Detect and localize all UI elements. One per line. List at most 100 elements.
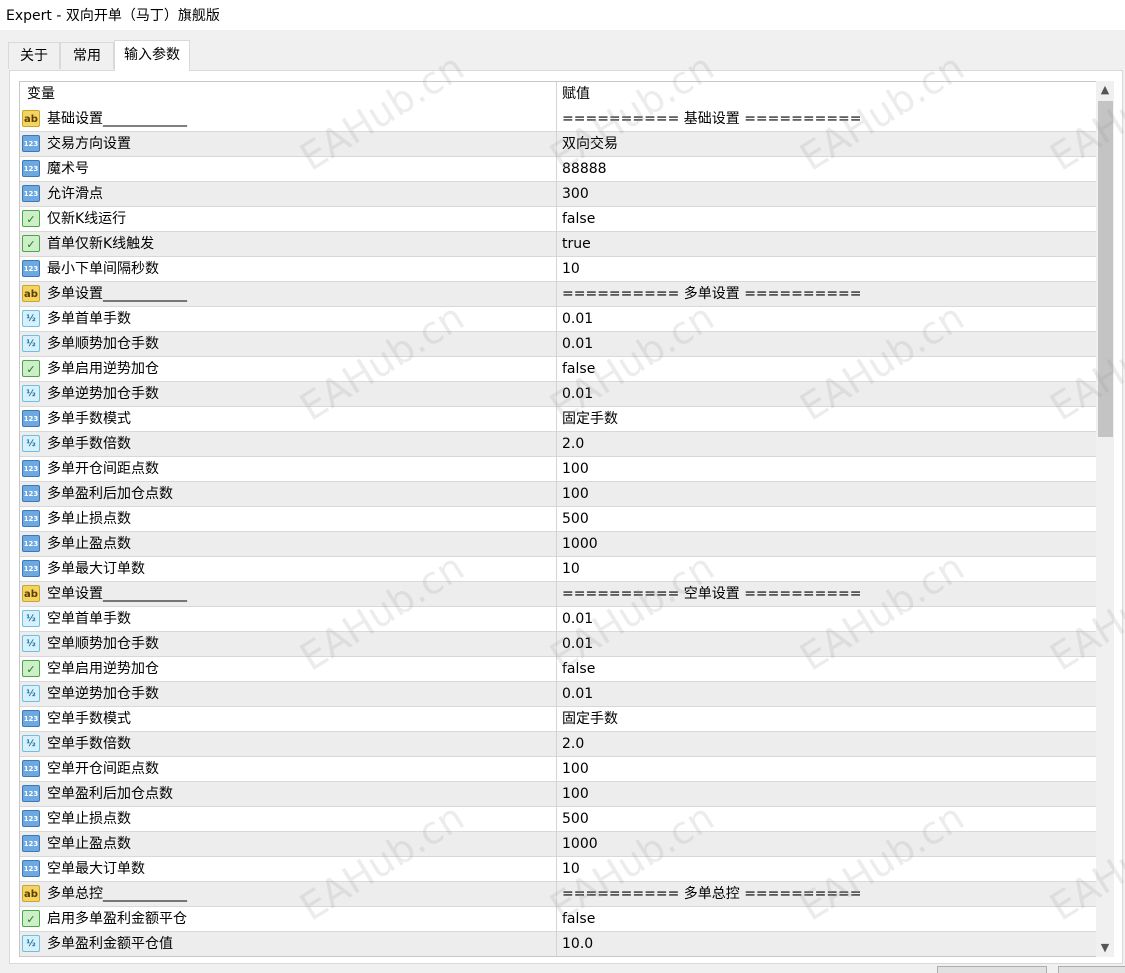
parameter-row[interactable]: 123 允许滑点 300 <box>20 182 1096 207</box>
parameter-row[interactable]: 123 多单止盈点数 1000 <box>20 532 1096 557</box>
parameter-value[interactable]: 100 <box>562 457 589 482</box>
parameter-row[interactable]: ½ 空单首单手数 0.01 <box>20 607 1096 632</box>
parameter-value[interactable]: 0.01 <box>562 607 593 632</box>
cancel-button[interactable] <box>1058 966 1125 973</box>
integer-type-icon: 123 <box>22 535 40 552</box>
parameter-row[interactable]: 123 空单手数模式 固定手数 <box>20 707 1096 732</box>
parameter-value[interactable]: 100 <box>562 482 589 507</box>
parameter-name: 多单盈利后加仓点数 <box>47 486 173 502</box>
boolean-type-icon: ✓ <box>22 235 40 252</box>
parameter-name: 多单最大订单数 <box>47 561 145 577</box>
parameter-row[interactable]: ✓ 多单启用逆势加仓 false <box>20 357 1096 382</box>
parameter-row[interactable]: ✓ 仅新K线运行 false <box>20 207 1096 232</box>
scroll-up-icon[interactable]: ▲ <box>1096 81 1114 99</box>
parameter-name: 首单仅新K线触发 <box>47 236 155 252</box>
parameter-row[interactable]: 123 交易方向设置 双向交易 <box>20 132 1096 157</box>
parameter-row[interactable]: 123 魔术号 88888 <box>20 157 1096 182</box>
column-header-variable[interactable]: 变量 <box>27 82 55 107</box>
parameter-value[interactable]: 10.0 <box>562 932 593 956</box>
parameter-value[interactable]: false <box>562 657 595 682</box>
parameter-row[interactable]: 123 多单手数模式 固定手数 <box>20 407 1096 432</box>
parameter-row[interactable]: ½ 多单盈利金额平仓值 10.0 <box>20 932 1096 956</box>
integer-type-icon: 123 <box>22 860 40 877</box>
parameter-value[interactable]: 88888 <box>562 157 607 182</box>
integer-type-icon: 123 <box>22 510 40 527</box>
parameter-row[interactable]: 123 空单止损点数 500 <box>20 807 1096 832</box>
integer-type-icon: 123 <box>22 785 40 802</box>
parameter-name: 多单开仓间距点数 <box>47 461 159 477</box>
column-separator[interactable] <box>556 82 557 956</box>
parameter-row[interactable]: ½ 空单手数倍数 2.0 <box>20 732 1096 757</box>
parameter-row[interactable]: ab 多单设置____________ ========== 多单设置 ======… <box>20 282 1096 307</box>
parameter-value[interactable]: ========== 空单设置 ========== <box>562 582 862 607</box>
parameter-value[interactable]: 0.01 <box>562 632 593 657</box>
parameter-row[interactable]: ab 基础设置____________ ========== 基础设置 ======… <box>20 107 1096 132</box>
double-type-icon: ½ <box>22 635 40 652</box>
parameter-name: 空单止盈点数 <box>47 836 131 852</box>
tab-inputs[interactable]: 输入参数 <box>114 40 190 71</box>
parameter-value[interactable]: ========== 多单设置 ========== <box>562 282 862 307</box>
parameter-value[interactable]: 2.0 <box>562 732 584 757</box>
parameter-value[interactable]: 0.01 <box>562 382 593 407</box>
parameter-name: 多单手数倍数 <box>47 436 131 452</box>
ok-button[interactable] <box>937 966 1047 973</box>
parameter-value[interactable]: true <box>562 232 591 257</box>
parameter-name: 多单盈利金额平仓值 <box>47 936 173 952</box>
parameter-value[interactable]: 1000 <box>562 832 598 857</box>
vertical-scrollbar[interactable]: ▲ ▼ <box>1096 81 1114 957</box>
parameter-row[interactable]: ✓ 空单启用逆势加仓 false <box>20 657 1096 682</box>
parameter-value[interactable]: 固定手数 <box>562 707 618 732</box>
boolean-type-icon: ✓ <box>22 660 40 677</box>
parameter-value[interactable]: 10 <box>562 557 580 582</box>
parameter-value[interactable]: 0.01 <box>562 307 593 332</box>
parameter-value[interactable]: 1000 <box>562 532 598 557</box>
string-type-icon: ab <box>22 885 40 902</box>
grid-header: 变量 赋值 <box>20 82 1096 107</box>
parameter-value[interactable]: false <box>562 907 595 932</box>
parameter-value[interactable]: 固定手数 <box>562 407 618 432</box>
parameter-row[interactable]: 123 多单盈利后加仓点数 100 <box>20 482 1096 507</box>
parameter-value[interactable]: 0.01 <box>562 682 593 707</box>
parameter-value[interactable]: 500 <box>562 507 589 532</box>
parameter-row[interactable]: ½ 空单顺势加仓手数 0.01 <box>20 632 1096 657</box>
parameter-value[interactable]: 300 <box>562 182 589 207</box>
parameter-value[interactable]: 100 <box>562 757 589 782</box>
parameter-row[interactable]: ½ 多单逆势加仓手数 0.01 <box>20 382 1096 407</box>
parameter-name: 多单总控____________ <box>47 886 187 902</box>
parameter-value[interactable]: 10 <box>562 857 580 882</box>
parameter-value[interactable]: 100 <box>562 782 589 807</box>
parameter-row[interactable]: ½ 多单顺势加仓手数 0.01 <box>20 332 1096 357</box>
parameter-row[interactable]: ½ 多单首单手数 0.01 <box>20 307 1096 332</box>
parameter-row[interactable]: 123 空单止盈点数 1000 <box>20 832 1096 857</box>
parameter-row[interactable]: 123 空单开仓间距点数 100 <box>20 757 1096 782</box>
parameter-value[interactable]: 10 <box>562 257 580 282</box>
parameter-row[interactable]: ½ 空单逆势加仓手数 0.01 <box>20 682 1096 707</box>
tab-about[interactable]: 关于 <box>8 42 60 69</box>
parameter-row[interactable]: 123 空单盈利后加仓点数 100 <box>20 782 1096 807</box>
parameter-row[interactable]: ab 空单设置____________ ========== 空单设置 ======… <box>20 582 1096 607</box>
parameter-row[interactable]: ab 多单总控____________ ========== 多单总控 ======… <box>20 882 1096 907</box>
parameter-name: 空单开仓间距点数 <box>47 761 159 777</box>
parameter-row[interactable]: 123 多单开仓间距点数 100 <box>20 457 1096 482</box>
parameter-value[interactable]: ========== 多单总控 ========== <box>562 882 862 907</box>
parameter-value[interactable]: ========== 基础设置 ========== <box>562 107 862 132</box>
integer-type-icon: 123 <box>22 135 40 152</box>
tab-common[interactable]: 常用 <box>60 42 114 69</box>
scroll-down-icon[interactable]: ▼ <box>1096 939 1114 957</box>
column-header-value[interactable]: 赋值 <box>562 82 590 107</box>
parameter-value[interactable]: false <box>562 207 595 232</box>
parameter-row[interactable]: ½ 多单手数倍数 2.0 <box>20 432 1096 457</box>
parameter-value[interactable]: 2.0 <box>562 432 584 457</box>
string-type-icon: ab <box>22 110 40 127</box>
parameter-value[interactable]: 0.01 <box>562 332 593 357</box>
parameter-value[interactable]: 双向交易 <box>562 132 618 157</box>
parameter-value[interactable]: false <box>562 357 595 382</box>
parameter-row[interactable]: ✓ 首单仅新K线触发 true <box>20 232 1096 257</box>
scrollbar-thumb[interactable] <box>1098 101 1113 437</box>
parameter-row[interactable]: ✓ 启用多单盈利金额平仓 false <box>20 907 1096 932</box>
parameter-row[interactable]: 123 空单最大订单数 10 <box>20 857 1096 882</box>
parameter-row[interactable]: 123 多单最大订单数 10 <box>20 557 1096 582</box>
parameter-row[interactable]: 123 最小下单间隔秒数 10 <box>20 257 1096 282</box>
parameter-value[interactable]: 500 <box>562 807 589 832</box>
parameter-row[interactable]: 123 多单止损点数 500 <box>20 507 1096 532</box>
